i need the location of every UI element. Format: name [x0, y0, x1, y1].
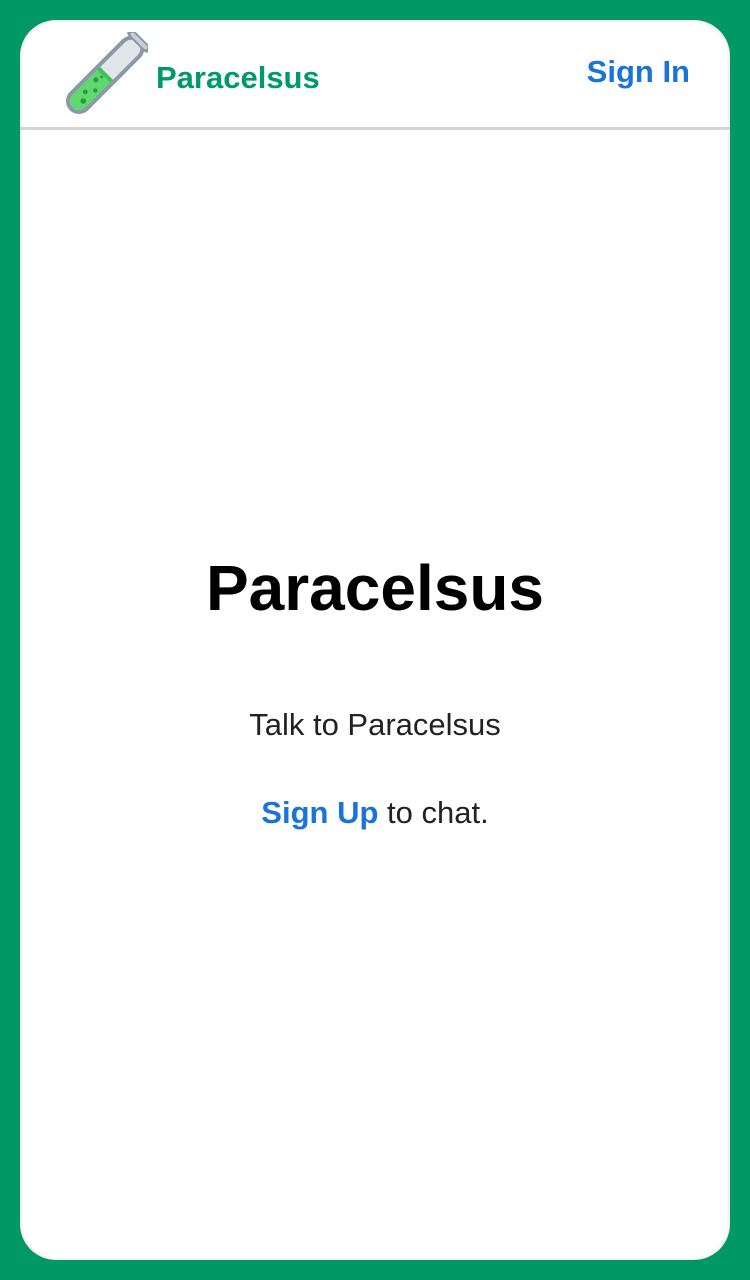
- test-tube-icon: [65, 32, 148, 115]
- signup-prompt: Sign Up to chat.: [20, 794, 730, 831]
- sign-up-link[interactable]: Sign Up: [261, 795, 378, 830]
- brand-name: Paracelsus: [156, 59, 320, 95]
- app-card: Paracelsus Sign In Paracelsus Talk to Pa…: [20, 20, 730, 1260]
- brand-home-link[interactable]: Paracelsus: [58, 32, 320, 122]
- signup-prompt-text: to chat.: [378, 795, 489, 830]
- top-navbar: Paracelsus Sign In: [20, 20, 730, 130]
- page-title: Paracelsus: [205, 552, 545, 624]
- sign-in-link[interactable]: Sign In: [587, 56, 690, 87]
- page-subtitle: Talk to Paracelsus: [249, 707, 501, 742]
